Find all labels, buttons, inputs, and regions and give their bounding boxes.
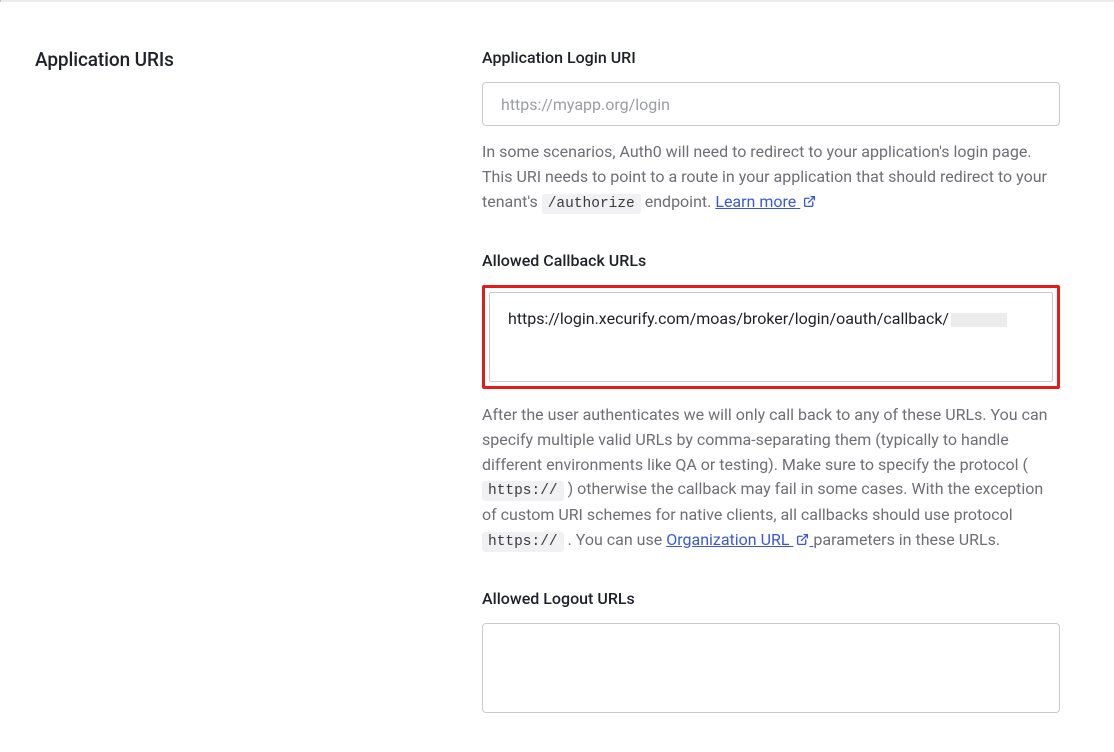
help-text-segment: . You can use xyxy=(568,530,667,549)
login-uri-help: In some scenarios, Auth0 will need to re… xyxy=(482,140,1060,215)
callback-urls-input[interactable]: https://login.xecurify.com/moas/broker/l… xyxy=(489,292,1053,382)
help-text-segment: parameters in these URLs. xyxy=(813,530,1000,549)
redacted-segment xyxy=(951,313,1007,327)
authorize-code: /authorize xyxy=(542,194,641,214)
callback-url-value: https://login.xecurify.com/moas/broker/l… xyxy=(508,309,949,328)
callback-highlight-box: https://login.xecurify.com/moas/broker/l… xyxy=(482,285,1060,389)
help-text-segment: endpoint. xyxy=(645,192,716,211)
organization-url-link[interactable]: Organization URL xyxy=(666,530,813,549)
callback-urls-label: Allowed Callback URLs xyxy=(482,249,1060,273)
login-uri-input[interactable] xyxy=(482,82,1060,126)
callback-urls-group: Allowed Callback URLs https://login.xecu… xyxy=(482,249,1060,553)
section-title: Application URIs xyxy=(35,46,482,75)
external-link-icon xyxy=(796,533,809,546)
logout-urls-group: Allowed Logout URLs xyxy=(482,587,1060,720)
help-text-segment: ) otherwise the callback may fail in som… xyxy=(482,479,1043,523)
login-uri-label: Application Login URI xyxy=(482,46,1060,70)
form-col: Application Login URI In some scenarios,… xyxy=(482,46,1088,752)
link-label: Organization URL xyxy=(666,530,789,549)
external-link-icon xyxy=(803,195,816,208)
callback-urls-help: After the user authenticates we will onl… xyxy=(482,403,1060,553)
uris-section: Application URIs Application Login URI I… xyxy=(0,2,1114,752)
learn-more-link[interactable]: Learn more xyxy=(715,192,816,211)
https-code: https:// xyxy=(482,532,564,552)
logout-urls-input[interactable] xyxy=(482,623,1060,713)
logout-urls-label: Allowed Logout URLs xyxy=(482,587,1060,611)
login-uri-group: Application Login URI In some scenarios,… xyxy=(482,46,1060,215)
https-code: https:// xyxy=(482,481,564,501)
section-header-col: Application URIs xyxy=(0,46,482,752)
help-text-segment: After the user authenticates we will onl… xyxy=(482,405,1047,474)
link-label: Learn more xyxy=(715,192,796,211)
